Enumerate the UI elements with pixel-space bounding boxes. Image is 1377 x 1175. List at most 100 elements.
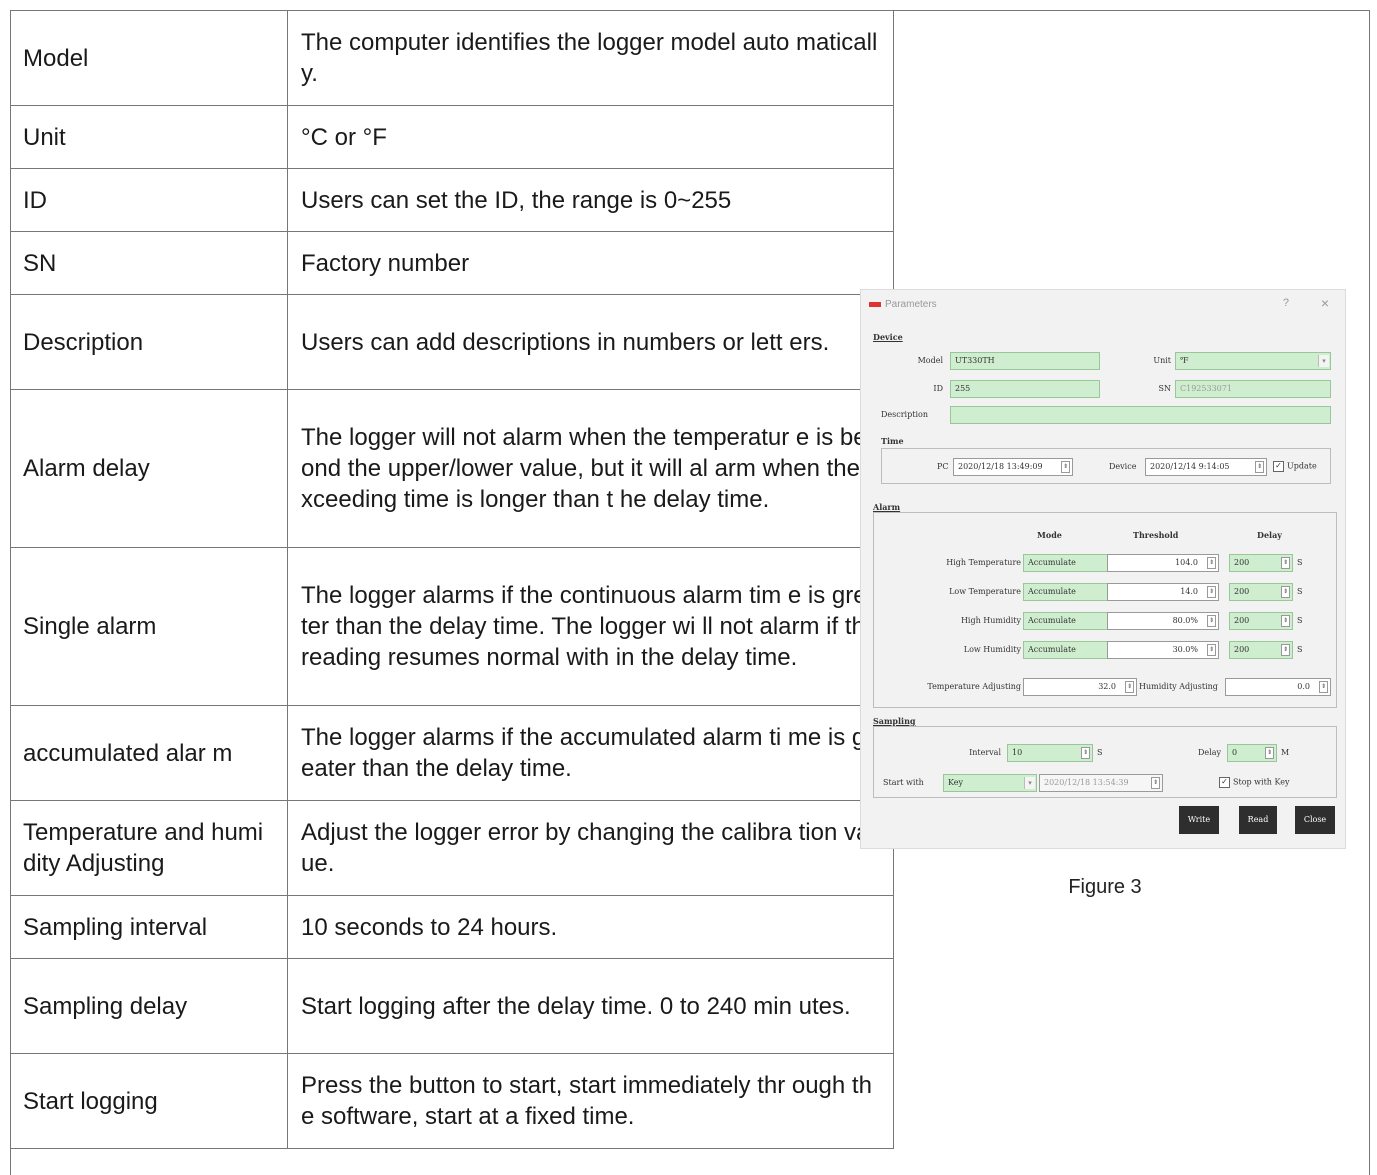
sampling-delay-unit: M bbox=[1281, 748, 1290, 757]
dialog-title: Parameters bbox=[885, 299, 937, 310]
close-icon[interactable]: × bbox=[1321, 295, 1329, 311]
sampling-delay-value: 0 bbox=[1232, 748, 1238, 757]
parameter-description: °C or °F bbox=[287, 105, 894, 169]
table-row: accumulated alar m The logger alarms if t… bbox=[10, 705, 894, 801]
alarm-delay-field[interactable]: 200 ⇕ bbox=[1229, 612, 1293, 630]
alarm-threshold-field[interactable]: 80.0% ⇕ bbox=[1107, 612, 1219, 630]
start-with-value: Key bbox=[948, 778, 964, 787]
parameter-description: Start logging after the delay time. 0 to… bbox=[287, 958, 894, 1054]
unit-value: ℉ bbox=[1180, 356, 1189, 365]
spinner-icon: ⇕ bbox=[1207, 557, 1216, 569]
stop-with-key-label: Stop with Key bbox=[1233, 777, 1290, 787]
alarm-delay-value: 200 bbox=[1234, 616, 1250, 625]
help-icon[interactable]: ? bbox=[1283, 297, 1289, 309]
alarm-threshold-value: 80.0% bbox=[1172, 616, 1198, 625]
parameter-name: Alarm delay bbox=[10, 389, 288, 548]
time-section-title: Time bbox=[881, 436, 904, 446]
parameter-name: ID bbox=[10, 168, 288, 232]
alarm-delay-field[interactable]: 200 ⇕ bbox=[1229, 641, 1293, 659]
parameter-name: Sampling delay bbox=[10, 958, 288, 1054]
spinner-icon: ⇕ bbox=[1207, 615, 1216, 627]
device-time-label: Device bbox=[1109, 462, 1137, 471]
table-row: Single alarm The logger alarms if the con… bbox=[10, 547, 894, 706]
alarm-row-label: Low Humidity bbox=[963, 645, 1021, 654]
description-field[interactable] bbox=[950, 406, 1331, 424]
parameter-description: Adjust the logger error by changing the … bbox=[287, 800, 894, 896]
parameter-description: 10 seconds to 24 hours. bbox=[287, 895, 894, 959]
alarm-delay-value: 200 bbox=[1234, 558, 1250, 567]
alarm-mode-value: Accumulate bbox=[1028, 616, 1076, 625]
id-label: ID bbox=[933, 384, 943, 393]
start-time-value: 2020/12/18 13:54:39 bbox=[1044, 778, 1129, 787]
model-label: Model bbox=[917, 356, 943, 365]
parameters-dialog: Parameters ? × Device Model UT330TH Unit… bbox=[860, 289, 1346, 849]
spinner-icon: ⇕ bbox=[1255, 461, 1264, 473]
spinner-icon: ⇕ bbox=[1207, 586, 1216, 598]
chevron-down-icon: ▾ bbox=[1024, 777, 1035, 789]
interval-field[interactable]: 10 ⇕ bbox=[1007, 744, 1093, 762]
alarm-row-label: High Temperature bbox=[946, 558, 1021, 567]
pc-time-field[interactable]: 2020/12/18 13:49:09 ⇕ bbox=[953, 458, 1073, 476]
interval-unit: S bbox=[1097, 748, 1103, 757]
spinner-icon: ⇕ bbox=[1281, 615, 1290, 627]
spinner-icon: ⇕ bbox=[1061, 461, 1070, 473]
parameter-description: The logger alarms if the accumulated ala… bbox=[287, 705, 894, 801]
dialog-titlebar: Parameters bbox=[869, 299, 937, 310]
table-row: Sampling delay Start logging after the de… bbox=[10, 958, 894, 1054]
stop-with-key-checkbox[interactable]: ✓ Stop with Key bbox=[1219, 777, 1290, 788]
parameter-description: The logger alarms if the continuous alar… bbox=[287, 547, 894, 706]
unit-select[interactable]: ℉ ▾ bbox=[1175, 352, 1331, 370]
description-label: Description bbox=[881, 410, 928, 419]
table-row: SN Factory number bbox=[10, 231, 894, 295]
close-button[interactable]: Close bbox=[1295, 806, 1335, 834]
device-time-field[interactable]: 2020/12/14 9:14:05 ⇕ bbox=[1145, 458, 1267, 476]
sampling-delay-label: Delay bbox=[1198, 748, 1221, 757]
parameter-description: Factory number bbox=[287, 231, 894, 295]
sampling-delay-field[interactable]: 0 ⇕ bbox=[1227, 744, 1277, 762]
temperature-adjusting-label: Temperature Adjusting bbox=[927, 682, 1021, 691]
alarm-mode-value: Accumulate bbox=[1028, 645, 1076, 654]
humidity-adjusting-field[interactable]: 0.0 ⇕ bbox=[1225, 678, 1331, 696]
write-button[interactable]: Write bbox=[1179, 806, 1219, 834]
parameter-name: Start logging bbox=[10, 1053, 288, 1149]
parameter-name: SN bbox=[10, 231, 288, 295]
alarm-threshold-field[interactable]: 14.0 ⇕ bbox=[1107, 583, 1219, 601]
alarm-threshold-value: 14.0 bbox=[1180, 587, 1198, 596]
alarm-threshold-value: 104.0 bbox=[1175, 558, 1198, 567]
spinner-icon: ⇕ bbox=[1125, 681, 1134, 693]
spinner-icon: ⇕ bbox=[1151, 777, 1160, 789]
unit-label: Unit bbox=[1153, 356, 1171, 365]
parameter-name: Unit bbox=[10, 105, 288, 169]
table-row: Sampling interval 10 seconds to 24 hours. bbox=[10, 895, 894, 959]
table-row: Model The computer identifies the logger … bbox=[10, 10, 894, 106]
alarm-threshold-value: 30.0% bbox=[1172, 645, 1198, 654]
alarm-section-title: Alarm bbox=[873, 502, 901, 512]
read-button[interactable]: Read bbox=[1239, 806, 1277, 834]
table-row: Unit °C or °F bbox=[10, 105, 894, 169]
parameter-description: Users can set the ID, the range is 0~255 bbox=[287, 168, 894, 232]
parameter-description: Press the button to start, start immedia… bbox=[287, 1053, 894, 1149]
alarm-mode-value: Accumulate bbox=[1028, 558, 1076, 567]
table-row: ID Users can set the ID, the range is 0~2… bbox=[10, 168, 894, 232]
parameter-name: Model bbox=[10, 10, 288, 106]
alarm-delay-unit: S bbox=[1297, 558, 1303, 567]
temperature-adjusting-value: 32.0 bbox=[1098, 682, 1116, 691]
alarm-threshold-field[interactable]: 104.0 ⇕ bbox=[1107, 554, 1219, 572]
parameter-name: Single alarm bbox=[10, 547, 288, 706]
id-field[interactable]: 255 bbox=[950, 380, 1100, 398]
table-row: Temperature and humidity Adjusting Adjust… bbox=[10, 800, 894, 896]
spinner-icon: ⇕ bbox=[1281, 586, 1290, 598]
parameter-description: The logger will not alarm when the tempe… bbox=[287, 389, 894, 548]
update-checkbox[interactable]: ✓ Update bbox=[1273, 461, 1317, 472]
alarm-threshold-field[interactable]: 30.0% ⇕ bbox=[1107, 641, 1219, 659]
table-row: Start logging Press the button to start, … bbox=[10, 1053, 894, 1149]
temperature-adjusting-field[interactable]: 32.0 ⇕ bbox=[1023, 678, 1137, 696]
interval-label: Interval bbox=[969, 748, 1001, 757]
device-section-title: Device bbox=[873, 332, 903, 342]
alarm-delay-field[interactable]: 200 ⇕ bbox=[1229, 554, 1293, 572]
alarm-delay-value: 200 bbox=[1234, 645, 1250, 654]
chevron-down-icon: ▾ bbox=[1318, 355, 1329, 367]
pc-label: PC bbox=[937, 462, 949, 471]
alarm-delay-field[interactable]: 200 ⇕ bbox=[1229, 583, 1293, 601]
start-with-select[interactable]: Key ▾ bbox=[943, 774, 1037, 792]
